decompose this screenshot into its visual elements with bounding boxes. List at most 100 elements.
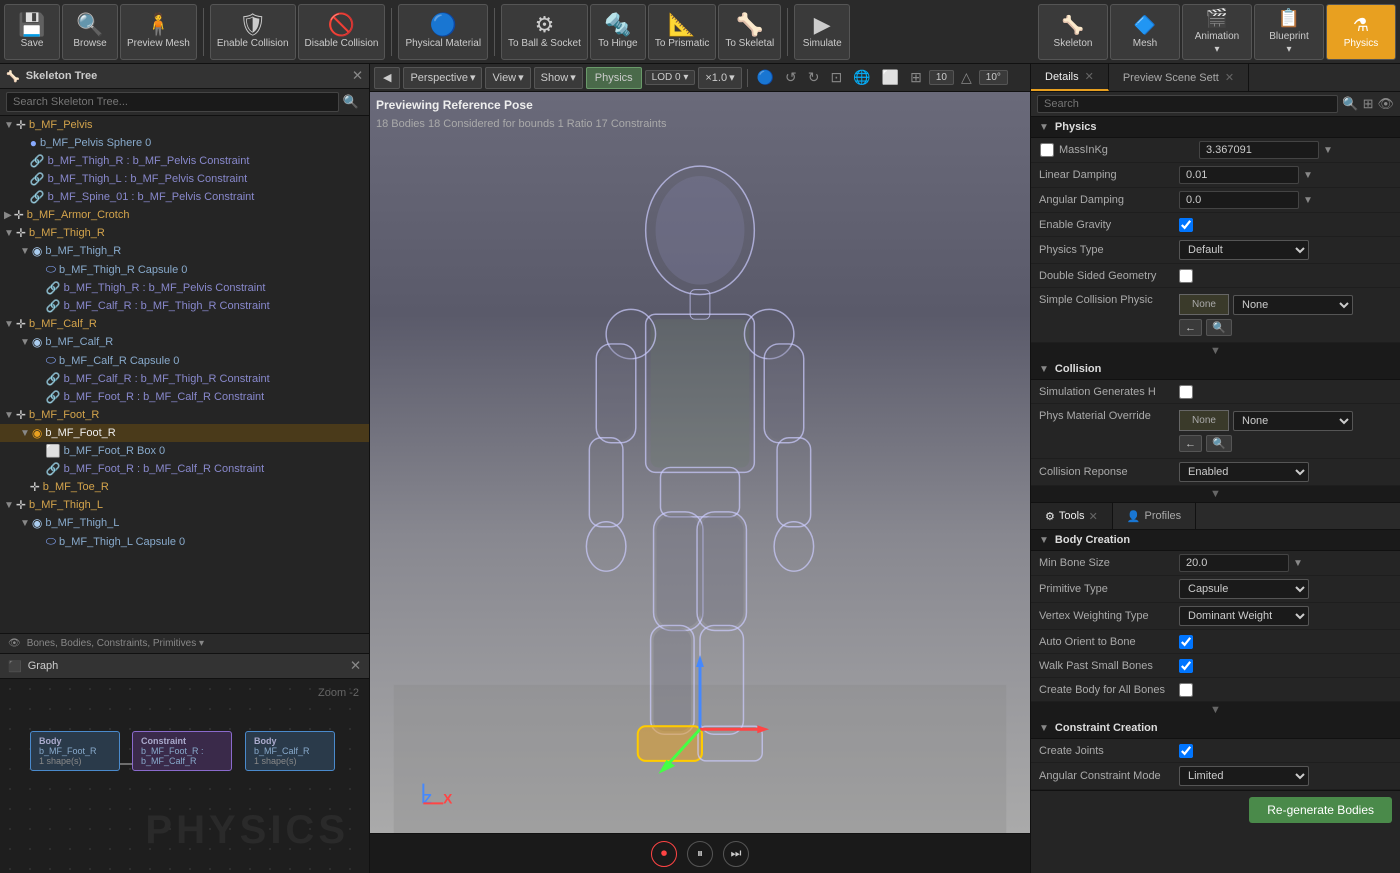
vp-icon-btn-5[interactable]: 🌐: [849, 67, 874, 89]
tree-item[interactable]: ▶ 🔗 b_MF_Foot_R : b_MF_Calf_R Constraint: [0, 460, 369, 478]
phys-material-back-btn[interactable]: ←: [1179, 435, 1202, 452]
tree-item[interactable]: ▼ ◉ b_MF_Thigh_L: [0, 514, 369, 532]
collision-section-header[interactable]: ▼ Collision: [1031, 359, 1400, 380]
tree-item[interactable]: ▼ ✛ b_MF_Pelvis: [0, 116, 369, 134]
tree-item[interactable]: ▶ ✛ b_MF_Toe_R: [0, 478, 369, 496]
create-body-checkbox[interactable]: [1179, 683, 1193, 697]
collision-response-select[interactable]: Enabled Disabled: [1179, 462, 1309, 482]
disable-collision-button[interactable]: 🚫 Disable Collision: [298, 4, 386, 60]
show-dropdown[interactable]: Show ▾: [534, 67, 583, 89]
tree-item[interactable]: ▼ ✛ b_MF_Foot_R: [0, 406, 369, 424]
tree-item[interactable]: ▶ ● b_MF_Pelvis Sphere 0: [0, 134, 369, 152]
vp-icon-btn-1[interactable]: 🔵: [753, 67, 778, 89]
vp-icon-btn-3[interactable]: ↻: [804, 67, 824, 89]
body-creation-collapse[interactable]: ▼: [1031, 702, 1400, 718]
simple-collision-find-btn[interactable]: 🔍: [1206, 319, 1232, 336]
phys-material-find-btn[interactable]: 🔍: [1206, 435, 1232, 452]
tree-item-selected[interactable]: ▼ ◉ b_MF_Foot_R: [0, 424, 369, 442]
tools-tab[interactable]: ⚙ Tools ✕: [1031, 503, 1113, 529]
tree-item[interactable]: ▶ 🔗 b_MF_Thigh_R : b_MF_Pelvis Constrain…: [0, 152, 369, 170]
tree-item[interactable]: ▼ ◉ b_MF_Thigh_R: [0, 242, 369, 260]
graph-node-body1[interactable]: Body b_MF_Foot_R 1 shape(s): [30, 731, 120, 771]
tree-item[interactable]: ▼ ✛ b_MF_Thigh_L: [0, 496, 369, 514]
save-button[interactable]: 💾 Save: [4, 4, 60, 60]
tree-item[interactable]: ▶ ⬭ b_MF_Thigh_R Capsule 0: [0, 260, 369, 279]
speed-dropdown[interactable]: ×1.0 ▾: [698, 67, 741, 89]
viewport-nav-button[interactable]: ◀: [374, 67, 400, 89]
double-sided-checkbox[interactable]: [1179, 269, 1193, 283]
to-prismatic-button[interactable]: 📐 To Prismatic: [648, 4, 716, 60]
collision-section-collapse[interactable]: ▼: [1031, 486, 1400, 502]
tree-item[interactable]: ▶ ✛ b_MF_Armor_Crotch: [0, 206, 369, 224]
details-eye-button[interactable]: 👁: [1377, 96, 1394, 112]
angular-arrow[interactable]: ▼: [1303, 195, 1313, 206]
skeleton-search-input[interactable]: [6, 92, 339, 112]
tree-item[interactable]: ▶ 🔗 b_MF_Calf_R : b_MF_Thigh_R Constrain…: [0, 370, 369, 388]
profiles-tab[interactable]: 👤 Profiles: [1113, 503, 1196, 529]
walk-past-checkbox[interactable]: [1179, 659, 1193, 673]
play-button[interactable]: ⏭: [723, 841, 749, 867]
details-grid-button[interactable]: ⊞: [1363, 96, 1374, 112]
regenerate-bodies-button[interactable]: Re-generate Bodies: [1249, 797, 1392, 823]
physics-viewport-button[interactable]: Physics: [586, 67, 642, 89]
simulate-button[interactable]: ▶ Simulate: [794, 4, 850, 60]
tree-item[interactable]: ▶ ⬜ b_MF_Foot_R Box 0: [0, 442, 369, 460]
preview-mesh-button[interactable]: 🧍 Preview Mesh: [120, 4, 197, 60]
mode-skeleton-button[interactable]: 🦴 Skeleton: [1038, 4, 1108, 60]
min-bone-size-input[interactable]: [1179, 554, 1289, 572]
vp-icon-btn-4[interactable]: ⊡: [827, 67, 847, 89]
enable-collision-button[interactable]: 🛡 Enable Collision: [210, 4, 296, 60]
details-search-button[interactable]: 🔍: [1342, 96, 1358, 112]
create-joints-checkbox[interactable]: [1179, 744, 1193, 758]
tree-item[interactable]: ▶ 🔗 b_MF_Calf_R : b_MF_Thigh_R Constrain…: [0, 297, 369, 315]
mode-mesh-button[interactable]: 🔷 Mesh: [1110, 4, 1180, 60]
tree-item[interactable]: ▼ ✛ b_MF_Thigh_R: [0, 224, 369, 242]
graph-node-constraint1[interactable]: Constraint b_MF_Foot_R : b_MF_Calf_R: [132, 731, 232, 771]
enable-gravity-checkbox[interactable]: [1179, 218, 1193, 232]
graph-close-button[interactable]: ✕: [350, 658, 361, 674]
tree-item[interactable]: ▼ ◉ b_MF_Calf_R: [0, 333, 369, 351]
physical-material-button[interactable]: 🔵 Physical Material: [398, 4, 488, 60]
mode-blueprint-button[interactable]: 📋 Blueprint ▾: [1254, 4, 1324, 60]
physics-section-collapse[interactable]: ▼: [1031, 343, 1400, 359]
to-hinge-button[interactable]: 🔩 To Hinge: [590, 4, 646, 60]
vp-icon-btn-6[interactable]: ⬜: [878, 67, 903, 89]
angular-mode-select[interactable]: Limited Free Locked: [1179, 766, 1309, 786]
phys-material-select[interactable]: None: [1233, 411, 1353, 431]
primitive-type-select[interactable]: Capsule Box Sphere: [1179, 579, 1309, 599]
perspective-dropdown[interactable]: Perspective ▾: [403, 67, 482, 89]
mass-in-kg-checkbox[interactable]: [1039, 143, 1055, 157]
graph-content[interactable]: Body b_MF_Foot_R 1 shape(s) Constraint b…: [0, 679, 369, 873]
view-dropdown[interactable]: View ▾: [485, 67, 530, 89]
mode-physics-button[interactable]: ⚗ Physics: [1326, 4, 1396, 60]
details-tab[interactable]: Details ✕: [1031, 64, 1109, 91]
skeleton-search-button[interactable]: 🔍: [339, 92, 363, 112]
details-search-input[interactable]: [1037, 95, 1338, 113]
viewport-content[interactable]: Previewing Reference Pose 18 Bodies 18 C…: [370, 92, 1030, 833]
vp-icon-btn-8[interactable]: △: [957, 67, 976, 89]
details-tab-close[interactable]: ✕: [1085, 70, 1094, 83]
vp-icon-btn-2[interactable]: ↺: [781, 67, 801, 89]
browse-button[interactable]: 🔍 Browse: [62, 4, 118, 60]
tree-item[interactable]: ▶ 🔗 b_MF_Spine_01 : b_MF_Pelvis Constrai…: [0, 188, 369, 206]
pause-button[interactable]: ⏸: [687, 841, 713, 867]
preview-scene-tab-close[interactable]: ✕: [1225, 71, 1234, 84]
simple-collision-select[interactable]: None: [1233, 295, 1353, 315]
linear-damping-input[interactable]: [1179, 166, 1299, 184]
mode-animation-button[interactable]: 🎬 Animation ▾: [1182, 4, 1252, 60]
simple-collision-back-btn[interactable]: ←: [1179, 319, 1202, 336]
skeleton-tree-area[interactable]: ▼ ✛ b_MF_Pelvis ▶ ● b_MF_Pelvis Sphere 0…: [0, 116, 369, 633]
skeleton-tree-footer[interactable]: 👁 Bones, Bodies, Constraints, Primitives…: [0, 633, 369, 653]
tree-item[interactable]: ▼ ✛ b_MF_Calf_R: [0, 315, 369, 333]
physics-section-header[interactable]: ▼ Physics: [1031, 117, 1400, 138]
to-skeletal-button[interactable]: 🦴 To Skeletal: [718, 4, 781, 60]
vertex-weighting-select[interactable]: Dominant Weight Any Weight: [1179, 606, 1309, 626]
angular-damping-input[interactable]: [1179, 191, 1299, 209]
body-creation-header[interactable]: ▼ Body Creation: [1031, 530, 1400, 551]
physics-type-select[interactable]: Default Simulated Kinematic: [1179, 240, 1309, 260]
to-ball-socket-button[interactable]: ⚙ To Ball & Socket: [501, 4, 588, 60]
tree-item[interactable]: ▶ 🔗 b_MF_Thigh_R : b_MF_Pelvis Constrain…: [0, 279, 369, 297]
auto-orient-checkbox[interactable]: [1179, 635, 1193, 649]
tools-tab-close[interactable]: ✕: [1089, 510, 1098, 523]
vp-icon-btn-7[interactable]: ⊞: [906, 67, 926, 89]
